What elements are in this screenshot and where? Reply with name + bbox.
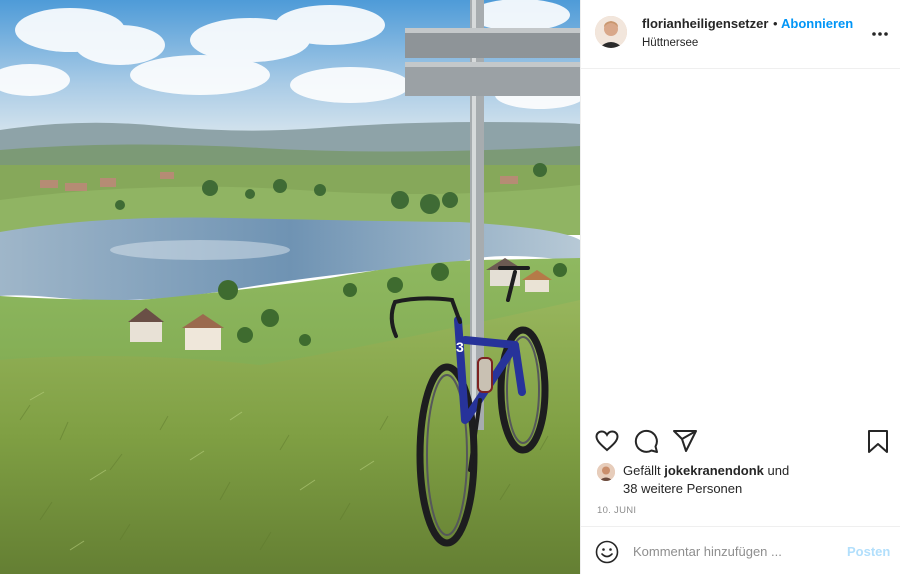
bookmark-icon[interactable] xyxy=(865,428,891,454)
username-link[interactable]: florianheiligensetzer xyxy=(642,16,768,31)
post-side-panel: florianheiligensetzer Abonnieren • Hüttn… xyxy=(580,0,900,574)
likes-prefix: Gefällt xyxy=(623,463,661,478)
liker-avatar-image xyxy=(597,463,615,481)
post-header: florianheiligensetzer Abonnieren • Hüttn… xyxy=(581,0,900,69)
separator-dot: • xyxy=(773,16,778,31)
likes-line: Gefällt jokekranendonk und xyxy=(623,462,789,480)
location-link[interactable]: Hüttnersee xyxy=(642,37,698,49)
landscape-bicycle-image: 3 xyxy=(0,0,580,574)
heart-icon[interactable] xyxy=(594,428,620,454)
post-photo[interactable]: 3 xyxy=(0,0,580,574)
comment-icon[interactable] xyxy=(633,428,659,454)
more-options-icon[interactable] xyxy=(870,24,890,40)
liker-avatar[interactable] xyxy=(597,463,615,481)
paper-plane-icon[interactable] xyxy=(672,428,698,454)
action-bar xyxy=(581,418,900,462)
post-comment-button[interactable]: Posten xyxy=(847,544,890,559)
likes-suffix: und xyxy=(767,463,790,478)
avatar[interactable] xyxy=(595,16,627,48)
comment-input[interactable] xyxy=(633,540,833,562)
svg-text:3: 3 xyxy=(456,339,464,355)
smiley-icon[interactable] xyxy=(595,540,619,564)
avatar-image xyxy=(595,16,627,48)
comment-bar: Posten xyxy=(581,526,900,575)
liker-username-link[interactable]: jokekranendonk xyxy=(664,463,764,478)
likes-others-link[interactable]: 38 weitere Personen xyxy=(623,480,742,498)
post-date[interactable]: 10. JUNI xyxy=(597,505,636,516)
follow-button[interactable]: Abonnieren xyxy=(781,16,853,31)
